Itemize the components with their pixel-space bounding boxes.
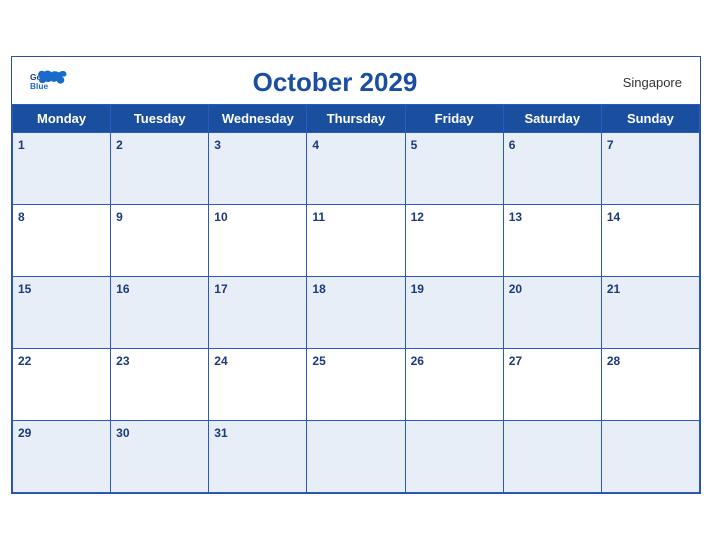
table-row: 28 <box>601 349 699 421</box>
day-number: 27 <box>509 354 522 368</box>
day-number: 11 <box>312 210 325 224</box>
day-number: 13 <box>509 210 522 224</box>
day-number: 1 <box>18 138 25 152</box>
table-row: 29 <box>13 421 111 493</box>
day-number: 23 <box>116 354 129 368</box>
day-number: 29 <box>18 426 31 440</box>
table-row: 14 <box>601 205 699 277</box>
weekday-sunday: Sunday <box>601 105 699 133</box>
day-number: 20 <box>509 282 522 296</box>
day-number: 19 <box>411 282 424 296</box>
table-row: 17 <box>209 277 307 349</box>
day-number: 7 <box>607 138 614 152</box>
table-row: 11 <box>307 205 405 277</box>
day-number: 2 <box>116 138 123 152</box>
calendar-header: General Blue October 2029 Singapore <box>12 57 700 104</box>
table-row: 21 <box>601 277 699 349</box>
table-row: 1 <box>13 133 111 205</box>
day-number: 18 <box>312 282 325 296</box>
logo-bird-icon: General Blue <box>30 69 68 97</box>
table-row: 24 <box>209 349 307 421</box>
calendar: General Blue October 2029 Singapore Mond… <box>11 56 701 494</box>
table-row: 31 <box>209 421 307 493</box>
weekday-tuesday: Tuesday <box>111 105 209 133</box>
day-number: 26 <box>411 354 424 368</box>
day-number: 15 <box>18 282 31 296</box>
table-row: 7 <box>601 133 699 205</box>
region-label: Singapore <box>602 75 682 90</box>
table-row: 4 <box>307 133 405 205</box>
table-row: 30 <box>111 421 209 493</box>
table-row: 6 <box>503 133 601 205</box>
table-row: 10 <box>209 205 307 277</box>
table-row: 12 <box>405 205 503 277</box>
day-number: 4 <box>312 138 319 152</box>
calendar-week-row: 1 2 3 4 5 6 7 <box>13 133 700 205</box>
table-row <box>601 421 699 493</box>
weekday-monday: Monday <box>13 105 111 133</box>
table-row: 2 <box>111 133 209 205</box>
calendar-week-row: 29 30 31 <box>13 421 700 493</box>
day-number: 8 <box>18 210 25 224</box>
weekday-thursday: Thursday <box>307 105 405 133</box>
table-row: 20 <box>503 277 601 349</box>
table-row <box>503 421 601 493</box>
table-row: 3 <box>209 133 307 205</box>
day-number: 24 <box>214 354 227 368</box>
day-number: 6 <box>509 138 516 152</box>
weekday-saturday: Saturday <box>503 105 601 133</box>
table-row: 9 <box>111 205 209 277</box>
table-row: 13 <box>503 205 601 277</box>
day-number: 17 <box>214 282 227 296</box>
day-number: 21 <box>607 282 620 296</box>
calendar-week-row: 22 23 24 25 26 27 28 <box>13 349 700 421</box>
table-row: 25 <box>307 349 405 421</box>
day-number: 14 <box>607 210 620 224</box>
table-row: 16 <box>111 277 209 349</box>
day-number: 5 <box>411 138 418 152</box>
day-number: 22 <box>18 354 31 368</box>
weekday-header-row: Monday Tuesday Wednesday Thursday Friday… <box>13 105 700 133</box>
table-row <box>405 421 503 493</box>
table-row <box>307 421 405 493</box>
day-number: 31 <box>214 426 227 440</box>
day-number: 10 <box>214 210 227 224</box>
svg-text:Blue: Blue <box>30 81 48 91</box>
month-title: October 2029 <box>68 67 602 98</box>
day-number: 9 <box>116 210 123 224</box>
table-row: 5 <box>405 133 503 205</box>
calendar-week-row: 15 16 17 18 19 20 21 <box>13 277 700 349</box>
table-row: 26 <box>405 349 503 421</box>
weekday-wednesday: Wednesday <box>209 105 307 133</box>
day-number: 16 <box>116 282 129 296</box>
table-row: 19 <box>405 277 503 349</box>
logo-area: General Blue <box>30 69 68 97</box>
table-row: 15 <box>13 277 111 349</box>
table-row: 23 <box>111 349 209 421</box>
table-row: 8 <box>13 205 111 277</box>
day-number: 30 <box>116 426 129 440</box>
day-number: 12 <box>411 210 424 224</box>
day-number: 28 <box>607 354 620 368</box>
calendar-week-row: 8 9 10 11 12 13 14 <box>13 205 700 277</box>
table-row: 27 <box>503 349 601 421</box>
table-row: 18 <box>307 277 405 349</box>
calendar-table: Monday Tuesday Wednesday Thursday Friday… <box>12 104 700 493</box>
day-number: 25 <box>312 354 325 368</box>
day-number: 3 <box>214 138 221 152</box>
weekday-friday: Friday <box>405 105 503 133</box>
table-row: 22 <box>13 349 111 421</box>
